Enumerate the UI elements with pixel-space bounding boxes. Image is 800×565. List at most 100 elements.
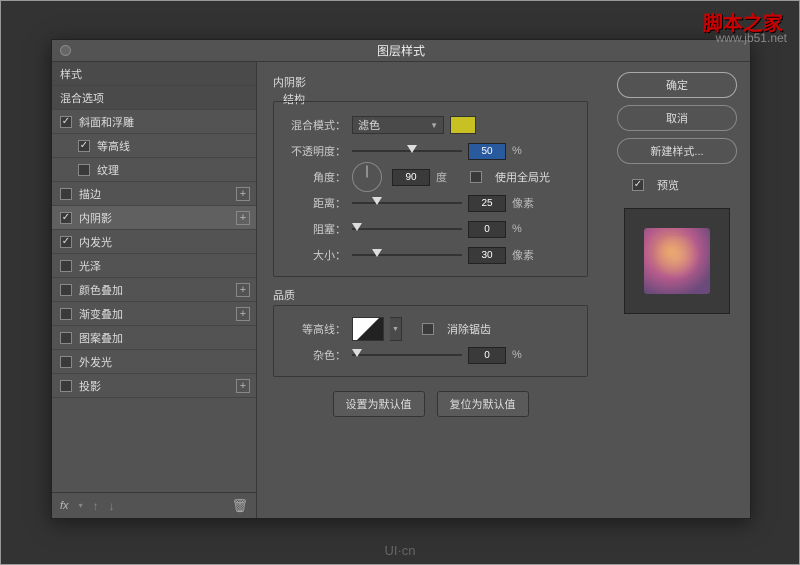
noise-unit: %	[512, 349, 540, 361]
add-effect-icon[interactable]: +	[236, 283, 250, 297]
style-checkbox[interactable]	[78, 164, 90, 176]
antialias-checkbox[interactable]	[422, 323, 434, 335]
add-effect-icon[interactable]: +	[236, 379, 250, 393]
sidebar-item-11[interactable]: 投影 +	[52, 374, 256, 398]
style-label: 外发光	[79, 354, 112, 370]
style-label: 斜面和浮雕	[79, 114, 134, 130]
noise-slider[interactable]	[352, 348, 462, 362]
noise-label: 杂色：	[286, 347, 346, 363]
opacity-slider[interactable]	[352, 144, 462, 158]
style-label: 内发光	[79, 234, 112, 250]
distance-unit: 像素	[512, 195, 540, 211]
style-checkbox[interactable]	[60, 308, 72, 320]
sidebar-item-0[interactable]: 斜面和浮雕	[52, 110, 256, 134]
dialog-title: 图层样式	[377, 42, 425, 59]
opacity-unit: %	[512, 145, 540, 157]
footer-logo: UI·cn	[384, 543, 415, 558]
noise-input[interactable]: 0	[468, 347, 506, 364]
new-style-button[interactable]: 新建样式...	[617, 138, 737, 164]
preview-box	[624, 208, 730, 314]
close-icon[interactable]	[60, 45, 71, 56]
style-checkbox[interactable]	[60, 236, 72, 248]
sidebar-item-3[interactable]: 描边 +	[52, 182, 256, 206]
add-effect-icon[interactable]: +	[236, 187, 250, 201]
make-default-button[interactable]: 设置为默认值	[333, 391, 425, 417]
choke-input[interactable]: 0	[468, 221, 506, 238]
sidebar-item-1[interactable]: 等高线	[52, 134, 256, 158]
style-checkbox[interactable]	[78, 140, 90, 152]
style-checkbox[interactable]	[60, 188, 72, 200]
sidebar-blending-options[interactable]: 混合选项	[52, 86, 256, 110]
sidebar-styles-header[interactable]: 样式	[52, 62, 256, 86]
style-checkbox[interactable]	[60, 212, 72, 224]
fx-chevron-icon[interactable]: ▾	[79, 501, 83, 510]
style-checkbox[interactable]	[60, 332, 72, 344]
angle-unit: 度	[436, 169, 464, 185]
watermark-url: www.jb51.net	[716, 31, 787, 45]
sidebar-item-10[interactable]: 外发光	[52, 350, 256, 374]
global-light-label: 使用全局光	[495, 169, 550, 185]
distance-input[interactable]: 25	[468, 195, 506, 212]
style-label: 描边	[79, 186, 101, 202]
style-checkbox[interactable]	[60, 356, 72, 368]
add-effect-icon[interactable]: +	[236, 211, 250, 225]
sidebar-item-4[interactable]: 内阴影 +	[52, 206, 256, 230]
sidebar-item-2[interactable]: 纹理	[52, 158, 256, 182]
opacity-label: 不透明度：	[286, 143, 346, 159]
style-label: 光泽	[79, 258, 101, 274]
contour-picker[interactable]	[352, 317, 384, 341]
titlebar: 图层样式	[52, 40, 750, 62]
angle-label: 角度：	[286, 169, 346, 185]
style-checkbox[interactable]	[60, 380, 72, 392]
style-label: 投影	[79, 378, 101, 394]
fx-menu-icon[interactable]: fx	[60, 500, 69, 512]
right-panel: 确定 取消 新建样式... 预览	[604, 62, 750, 518]
style-checkbox[interactable]	[60, 116, 72, 128]
angle-dial[interactable]	[352, 162, 382, 192]
choke-unit: %	[512, 223, 540, 235]
move-up-icon[interactable]: ↑	[93, 499, 99, 513]
style-label: 等高线	[97, 138, 130, 154]
sidebar-item-6[interactable]: 光泽	[52, 254, 256, 278]
styles-list: 样式 混合选项 斜面和浮雕等高线纹理描边 + 内阴影 + 内发光光泽颜色叠加+ 渐变叠加 +…	[52, 62, 256, 492]
sidebar-item-5[interactable]: 内发光	[52, 230, 256, 254]
style-label: 渐变叠加	[79, 306, 123, 322]
size-label: 大小：	[286, 247, 346, 263]
preview-checkbox[interactable]	[632, 179, 644, 191]
ok-button[interactable]: 确定	[617, 72, 737, 98]
preview-image	[644, 228, 710, 294]
size-slider[interactable]	[352, 248, 462, 262]
blend-mode-select[interactable]: 滤色▼	[352, 116, 444, 134]
distance-label: 距离：	[286, 195, 346, 211]
style-label: 内阴影	[79, 210, 112, 226]
trash-icon[interactable]: 🗑	[231, 498, 248, 514]
style-checkbox[interactable]	[60, 284, 72, 296]
antialias-label: 消除锯齿	[447, 321, 491, 337]
global-light-checkbox[interactable]	[470, 171, 482, 183]
sidebar-item-9[interactable]: 图案叠加	[52, 326, 256, 350]
reset-default-button[interactable]: 复位为默认值	[437, 391, 529, 417]
sidebar-item-7[interactable]: 颜色叠加+	[52, 278, 256, 302]
chevron-down-icon: ▼	[430, 121, 438, 130]
cancel-button[interactable]: 取消	[617, 105, 737, 131]
style-label: 图案叠加	[79, 330, 123, 346]
size-input[interactable]: 30	[468, 247, 506, 264]
style-label: 纹理	[97, 162, 119, 178]
styles-sidebar: 样式 混合选项 斜面和浮雕等高线纹理描边 + 内阴影 + 内发光光泽颜色叠加+ 渐变叠加 +…	[52, 62, 257, 518]
opacity-input[interactable]: 50	[468, 143, 506, 160]
layer-style-dialog: 图层样式 样式 混合选项 斜面和浮雕等高线纹理描边 + 内阴影 + 内发光光泽颜色叠加+…	[51, 39, 751, 519]
contour-label: 等高线：	[286, 321, 346, 337]
angle-input[interactable]: 90	[392, 169, 430, 186]
style-checkbox[interactable]	[60, 260, 72, 272]
contour-dropdown-icon[interactable]: ▼	[390, 317, 402, 341]
size-unit: 像素	[512, 247, 540, 263]
choke-slider[interactable]	[352, 222, 462, 236]
add-effect-icon[interactable]: +	[236, 307, 250, 321]
settings-panel: 内阴影 结构 混合模式： 滤色▼ 不透明度： 50 % 角度	[257, 62, 604, 518]
blend-mode-label: 混合模式：	[286, 117, 346, 133]
sidebar-item-8[interactable]: 渐变叠加 +	[52, 302, 256, 326]
color-swatch[interactable]	[450, 116, 476, 134]
choke-label: 阻塞：	[286, 221, 346, 237]
move-down-icon[interactable]: ↓	[109, 499, 115, 513]
distance-slider[interactable]	[352, 196, 462, 210]
